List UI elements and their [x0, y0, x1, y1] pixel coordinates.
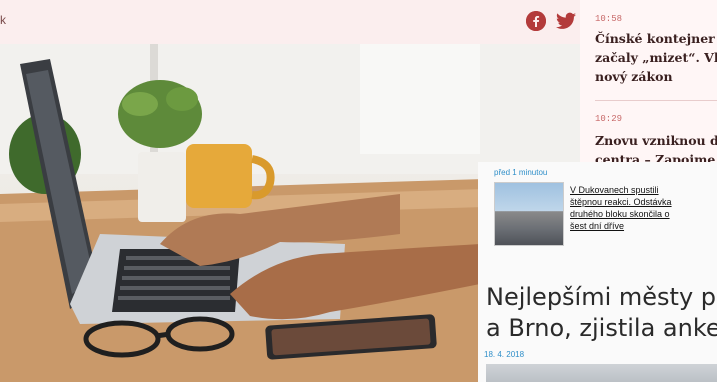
cited-headline-line: šest dní dříve — [570, 221, 625, 231]
cited-headline-line: štěpnou reakci. Odstávka — [570, 197, 672, 207]
facebook-share-button[interactable] — [526, 11, 546, 31]
news-headline-line[interactable]: Čínské kontejner — [595, 29, 717, 48]
article-title-line: a Brno, zjistila anket — [486, 314, 717, 342]
news-headline-line[interactable]: začaly „mizet“. Vl — [595, 48, 717, 67]
news-time: 10:29 — [595, 114, 623, 124]
twitter-icon — [556, 12, 576, 29]
facebook-icon — [526, 11, 546, 31]
article-date: 18. 4. 2018 — [484, 350, 525, 359]
breadcrumb[interactable]: k — [0, 13, 6, 27]
article-title-line: Nejlepšími městy pr — [486, 283, 717, 311]
power-plant-thumbnail[interactable] — [494, 182, 564, 246]
news-headline-line[interactable]: nový zákon — [595, 67, 717, 86]
article-top-bar: k — [0, 0, 580, 44]
news-time: 10:58 — [595, 14, 623, 24]
latest-news-column: 10:58 Čínské kontejner začaly „mizet“. V… — [580, 0, 717, 170]
twitter-share-button[interactable] — [556, 11, 576, 31]
news-headline-line[interactable]: Znovu vzniknou d — [595, 131, 717, 150]
article-title[interactable]: Nejlepšími městy pr a Brno, zjistila ank… — [486, 282, 717, 344]
timestamp-ago: před 1 minutou — [494, 168, 548, 177]
article-image-top — [486, 364, 717, 382]
cited-headline[interactable]: V Dukovanech spustili štěpnou reakci. Od… — [570, 184, 700, 232]
newspaper-clipping: před 1 minutou V Dukovanech spustili ště… — [478, 162, 717, 382]
cited-headline-line: druhého bloku skončila o — [570, 209, 670, 219]
cited-headline-line: V Dukovanech spustili — [570, 185, 659, 195]
divider — [595, 100, 717, 101]
